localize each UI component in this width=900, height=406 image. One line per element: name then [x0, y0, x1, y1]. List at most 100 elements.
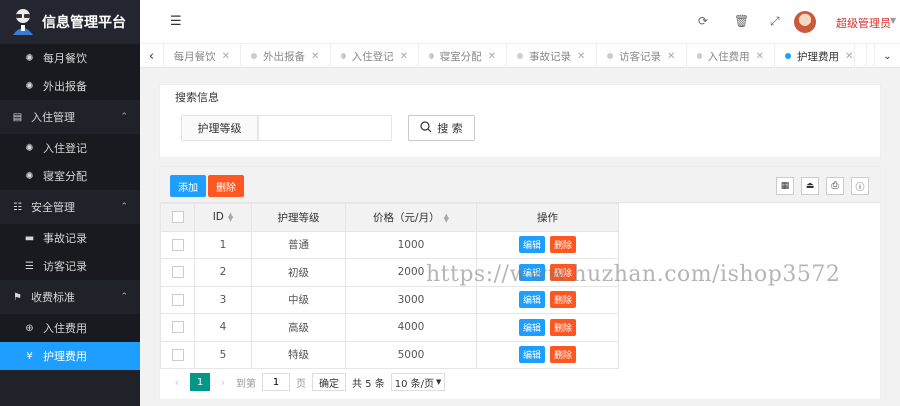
column-header-price[interactable]: 价格（元/月） ▲ ▼	[345, 203, 477, 232]
close-icon[interactable]: ✕	[488, 51, 496, 62]
column-header-id[interactable]: ID ▲ ▼	[194, 203, 252, 232]
goto-confirm-button[interactable]: 确定	[312, 373, 346, 391]
select-all-checkbox-cell[interactable]	[160, 203, 195, 232]
delete-button[interactable]: 删除	[550, 291, 577, 309]
prev-page-icon[interactable]: ‹	[170, 376, 184, 389]
sidebar-item-label: 每月餐饮	[43, 52, 87, 65]
batch-delete-button[interactable]: 删除	[208, 175, 244, 197]
user-name[interactable]: 超级管理员	[836, 15, 891, 31]
page-size-select[interactable]: 10 条/页 ▼	[390, 373, 446, 391]
avatar[interactable]	[794, 11, 816, 33]
next-page-icon[interactable]: ›	[216, 376, 230, 389]
row-checkbox-cell[interactable]	[160, 230, 195, 259]
edit-button[interactable]: 编辑	[518, 318, 545, 336]
sidebar-item-label: 入住费用	[43, 322, 87, 335]
sidebar-item-2[interactable]: ▤ 入住管理 ⌃	[0, 100, 140, 134]
sidebar-item-1[interactable]: ✺ 外出报备	[0, 72, 140, 100]
sidebar-item-3[interactable]: ✺ 入住登记	[0, 134, 140, 162]
fullscreen-icon[interactable]: ⤢	[770, 14, 780, 29]
row-checkbox[interactable]	[171, 348, 184, 361]
close-icon[interactable]: ✕	[311, 51, 319, 62]
menu-toggle-icon[interactable]: ☰	[170, 14, 182, 29]
search-icon	[420, 120, 432, 136]
tab-4[interactable]: 事故记录 ✕	[507, 44, 597, 68]
current-page[interactable]: 1	[190, 373, 210, 391]
tab-label: 入住登记	[351, 50, 394, 63]
close-icon[interactable]: ✕	[400, 51, 408, 62]
select-all-checkbox[interactable]	[171, 211, 184, 224]
columns-filter-icon[interactable]: ▦	[776, 177, 794, 195]
tab-menu-chevron-down-icon[interactable]: ⌄	[874, 44, 900, 68]
search-panel: 搜索信息 护理等级 搜 索	[159, 84, 881, 158]
sidebar-item-0[interactable]: ✺ 每月餐饮	[0, 44, 140, 72]
row-checkbox-cell[interactable]	[160, 313, 195, 342]
table-row: 5 特级 5000 编辑 删除	[160, 340, 619, 369]
edit-button[interactable]: 编辑	[518, 263, 545, 281]
sort-icon[interactable]: ▲ ▼	[228, 212, 233, 223]
edit-button[interactable]: 编辑	[518, 236, 545, 254]
sidebar-item-9[interactable]: ⊕ 入住费用	[0, 314, 140, 342]
delete-button[interactable]: 删除	[550, 318, 577, 336]
cell-price: 5000	[345, 340, 477, 369]
edit-button[interactable]: 编辑	[518, 291, 545, 309]
edit-button[interactable]: 编辑	[518, 346, 545, 364]
add-button[interactable]: 添加	[170, 175, 206, 197]
tab-3[interactable]: 寝室分配 ✕	[419, 44, 507, 68]
row-checkbox[interactable]	[171, 238, 184, 251]
delete-button[interactable]: 删除	[550, 263, 577, 281]
calendar-icon: ☷	[13, 201, 22, 213]
delete-button[interactable]: 删除	[550, 236, 577, 254]
tab-1[interactable]: 外出报备 ✕	[241, 44, 331, 68]
refresh-icon[interactable]: ⟳	[698, 14, 708, 28]
tab-6[interactable]: 入住费用 ✕	[687, 44, 775, 68]
data-table: ID ▲ ▼ 护理等级 价格（元/月） ▲ ▼ 操作 1 普通 1000 编辑 删除 2 初级 200…	[160, 203, 619, 369]
sidebar-item-6[interactable]: ▬ 事故记录	[0, 224, 140, 252]
gear-icon: ✺	[25, 80, 34, 92]
sort-icon[interactable]: ▲ ▼	[444, 212, 449, 223]
row-checkbox-cell[interactable]	[160, 340, 195, 369]
sidebar-item-label: 外出报备	[43, 80, 87, 93]
sidebar-item-label: 事故记录	[43, 232, 87, 245]
tab-0[interactable]: 每月餐饮 ✕	[161, 44, 241, 68]
row-checkbox[interactable]	[171, 266, 184, 279]
row-checkbox[interactable]	[171, 321, 184, 334]
chevron-up-icon: ⌃	[120, 202, 128, 212]
sidebar-item-label: 入住登记	[43, 142, 87, 155]
cell-id: 2	[194, 258, 252, 287]
tab-2[interactable]: 入住登记 ✕	[331, 44, 419, 68]
goto-page-input[interactable]	[262, 373, 290, 391]
close-icon[interactable]: ✕	[222, 51, 230, 62]
close-icon[interactable]: ✕	[756, 51, 764, 62]
delete-button[interactable]: 删除	[550, 346, 577, 364]
info-icon[interactable]: ⓘ	[851, 177, 869, 195]
tab-scroll-right-icon[interactable]	[854, 44, 874, 68]
table-toolbar: 添加 删除 ▦ ⏏ ⎙ ⓘ	[160, 167, 880, 203]
sidebar-item-5[interactable]: ☷ 安全管理 ⌃	[0, 190, 140, 224]
cell-level: 特级	[251, 340, 346, 369]
cell-actions: 编辑 删除	[476, 230, 619, 259]
close-icon[interactable]: ✕	[577, 51, 585, 62]
row-checkbox-cell[interactable]	[160, 285, 195, 314]
sidebar-item-8[interactable]: ⚑ 收费标准 ⌃	[0, 280, 140, 314]
plus-circle-icon: ⊕	[25, 322, 34, 334]
tab-5[interactable]: 访客记录 ✕	[597, 44, 687, 68]
search-input[interactable]	[258, 115, 392, 141]
row-checkbox-cell[interactable]	[160, 258, 195, 287]
row-checkbox[interactable]	[171, 293, 184, 306]
export-icon[interactable]: ⏏	[801, 177, 819, 195]
print-icon[interactable]: ⎙	[826, 177, 844, 195]
app-title: 信息管理平台	[42, 15, 126, 31]
sidebar-item-7[interactable]: ☰ 访客记录	[0, 252, 140, 280]
close-icon[interactable]: ✕	[845, 51, 853, 62]
tab-dot-icon	[785, 53, 791, 59]
sidebar-item-10[interactable]: ¥ 护理费用	[0, 342, 140, 370]
sidebar-item-4[interactable]: ✺ 寝室分配	[0, 162, 140, 190]
search-button[interactable]: 搜 索	[408, 115, 475, 141]
document-icon: ▤	[12, 111, 23, 123]
close-icon[interactable]: ✕	[667, 51, 675, 62]
search-panel-title: 搜索信息	[175, 91, 219, 104]
trash-icon[interactable]: 🗑	[734, 14, 749, 28]
search-field-label: 护理等级	[181, 115, 258, 141]
cell-level: 初级	[251, 258, 346, 287]
chevron-down-icon[interactable]: ▼	[890, 16, 896, 25]
